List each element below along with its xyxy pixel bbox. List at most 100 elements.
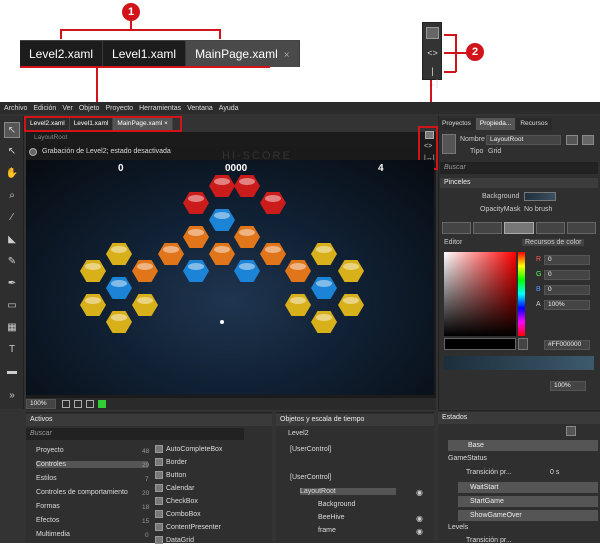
background-label[interactable]: Background bbox=[482, 193, 519, 200]
tree-child[interactable]: Background bbox=[318, 501, 355, 508]
color-picker-field[interactable] bbox=[444, 252, 516, 336]
menu-edicion[interactable]: Edición bbox=[33, 105, 56, 112]
gradient-stop-field[interactable]: 100% bbox=[550, 381, 586, 391]
code-view-icon[interactable]: <> bbox=[424, 143, 432, 150]
control-tool-icon[interactable]: ▬ bbox=[4, 364, 20, 380]
state-group-gamestatus[interactable]: GameStatus bbox=[448, 455, 487, 462]
pan-icon[interactable]: ✋ bbox=[4, 166, 20, 182]
eyedropper-icon[interactable]: ⁄ bbox=[4, 210, 20, 226]
tile-brush-icon[interactable] bbox=[535, 222, 565, 234]
tab-proyectos[interactable]: Proyectos bbox=[438, 118, 475, 130]
b-field[interactable]: 0 bbox=[544, 285, 590, 295]
close-icon[interactable]: × bbox=[164, 120, 168, 127]
expand-assets-icon[interactable]: » bbox=[4, 388, 20, 404]
design-view-icon[interactable]: |↔| bbox=[426, 65, 439, 88]
tab-propiedades[interactable]: Propieda... bbox=[475, 118, 516, 130]
grid-icon[interactable] bbox=[62, 400, 70, 408]
editor-label[interactable]: Editor bbox=[444, 239, 462, 246]
no-brush-icon[interactable] bbox=[442, 222, 472, 234]
background-swatch[interactable] bbox=[524, 192, 556, 201]
selection-tool-icon[interactable]: ↖ bbox=[4, 122, 20, 138]
pen-icon[interactable]: ✒ bbox=[4, 276, 20, 292]
doctab-level2[interactable]: Level2.xaml bbox=[26, 118, 70, 130]
close-icon[interactable]: × bbox=[284, 50, 290, 61]
callout-tab-mainpage[interactable]: MainPage.xaml × bbox=[186, 41, 300, 67]
state-row[interactable]: StartGame bbox=[458, 496, 598, 507]
category-formas[interactable]: Formas bbox=[36, 503, 60, 510]
control-item[interactable]: ContentPresenter bbox=[155, 523, 221, 531]
record-icon[interactable] bbox=[29, 148, 37, 156]
properties-icon[interactable] bbox=[582, 135, 594, 145]
brush-resource-icon[interactable] bbox=[566, 222, 597, 234]
brushes-section[interactable]: Pinceles bbox=[440, 178, 598, 188]
storyboard-name[interactable]: Level2 bbox=[288, 430, 309, 437]
category-behaviors[interactable]: Controles de comportamiento bbox=[36, 489, 128, 496]
hex-color-field[interactable]: #FF000000 bbox=[544, 340, 590, 350]
split-view-icon[interactable] bbox=[425, 131, 434, 139]
menu-ventana[interactable]: Ventana bbox=[187, 105, 213, 112]
r-field[interactable]: 0 bbox=[544, 255, 590, 265]
direct-selection-icon[interactable]: ↖ bbox=[4, 144, 20, 160]
control-item[interactable]: CheckBox bbox=[155, 497, 198, 505]
event-icon[interactable] bbox=[566, 135, 578, 145]
menu-ver[interactable]: Ver bbox=[62, 105, 73, 112]
tree-child[interactable]: frame bbox=[318, 527, 336, 534]
zoom-icon[interactable]: ⌕ bbox=[4, 188, 20, 204]
eyedropper-icon[interactable] bbox=[518, 338, 528, 350]
menu-herramientas[interactable]: Herramientas bbox=[139, 105, 181, 112]
pencil-icon[interactable]: ✎ bbox=[4, 254, 20, 270]
callout-tab-level2[interactable]: Level2.xaml bbox=[20, 41, 104, 67]
properties-search[interactable]: Buscar bbox=[440, 162, 598, 174]
code-view-icon[interactable]: <> bbox=[426, 47, 439, 59]
menu-archivo[interactable]: Archivo bbox=[4, 105, 27, 112]
state-row[interactable]: WaitStart bbox=[458, 482, 598, 493]
doctab-mainpage[interactable]: MainPage.xaml × bbox=[113, 118, 173, 130]
category-estilos[interactable]: Estilos bbox=[36, 475, 57, 482]
category-efectos[interactable]: Efectos bbox=[36, 517, 59, 524]
rectangle-icon[interactable]: ▭ bbox=[4, 298, 20, 314]
category-proyecto[interactable]: Proyecto bbox=[36, 447, 64, 454]
transition-time[interactable]: 0 s bbox=[550, 469, 559, 476]
grid-layout-icon[interactable]: ▦ bbox=[4, 320, 20, 336]
color-resources-label[interactable]: Recursos de color bbox=[522, 239, 585, 246]
control-item[interactable]: ComboBox bbox=[155, 510, 201, 518]
breadcrumb[interactable]: LayoutRoot bbox=[34, 134, 67, 141]
assets-search[interactable]: Buscar bbox=[26, 428, 244, 440]
paint-bucket-icon[interactable]: ◣ bbox=[4, 232, 20, 248]
a-field[interactable]: 100% bbox=[544, 300, 590, 310]
snap-grid-icon[interactable] bbox=[74, 400, 82, 408]
state-row[interactable]: ShowGameOver bbox=[458, 510, 598, 521]
name-field[interactable]: LayoutRoot bbox=[486, 135, 561, 145]
callout-tab-level1[interactable]: Level1.xaml bbox=[103, 41, 187, 67]
control-item[interactable]: Calendar bbox=[155, 484, 194, 492]
tree-child[interactable]: BeeHive bbox=[318, 514, 344, 521]
menu-objeto[interactable]: Objeto bbox=[79, 105, 100, 112]
g-field[interactable]: 0 bbox=[544, 270, 590, 280]
opacity-mask-label[interactable]: OpacityMask bbox=[480, 206, 520, 213]
base-state[interactable]: Base bbox=[448, 440, 598, 451]
doctab-level1[interactable]: Level1.xaml bbox=[69, 118, 114, 130]
zoom-level[interactable]: 100% bbox=[26, 399, 56, 409]
tree-usercontrol[interactable]: [UserControl] bbox=[290, 474, 331, 481]
solid-brush-icon[interactable] bbox=[473, 222, 503, 234]
category-multimedia[interactable]: Multimedia bbox=[36, 531, 70, 538]
menu-proyecto[interactable]: Proyecto bbox=[105, 105, 133, 112]
annotations-icon[interactable] bbox=[98, 400, 106, 408]
split-view-icon[interactable] bbox=[426, 27, 439, 39]
text-tool-icon[interactable]: T bbox=[4, 342, 20, 358]
hue-slider[interactable] bbox=[518, 252, 525, 336]
state-group-levels[interactable]: Levels bbox=[448, 524, 468, 531]
add-state-group-icon[interactable] bbox=[566, 426, 576, 436]
category-controles[interactable]: Controles bbox=[36, 461, 148, 468]
eye-icon[interactable]: ◉ bbox=[416, 488, 423, 497]
scope-usercontrol[interactable]: [UserControl] bbox=[290, 446, 331, 453]
gradient-bar[interactable] bbox=[444, 356, 594, 370]
snap-lines-icon[interactable] bbox=[86, 400, 94, 408]
control-item[interactable]: Button bbox=[155, 471, 186, 479]
menu-ayuda[interactable]: Ayuda bbox=[219, 105, 239, 112]
control-item[interactable]: AutoCompleteBox bbox=[155, 445, 222, 453]
eye-icon[interactable]: ◉ bbox=[416, 514, 423, 523]
control-item[interactable]: Border bbox=[155, 458, 187, 466]
eye-icon[interactable]: ◉ bbox=[416, 527, 423, 536]
tab-recursos[interactable]: Recursos bbox=[516, 118, 552, 130]
